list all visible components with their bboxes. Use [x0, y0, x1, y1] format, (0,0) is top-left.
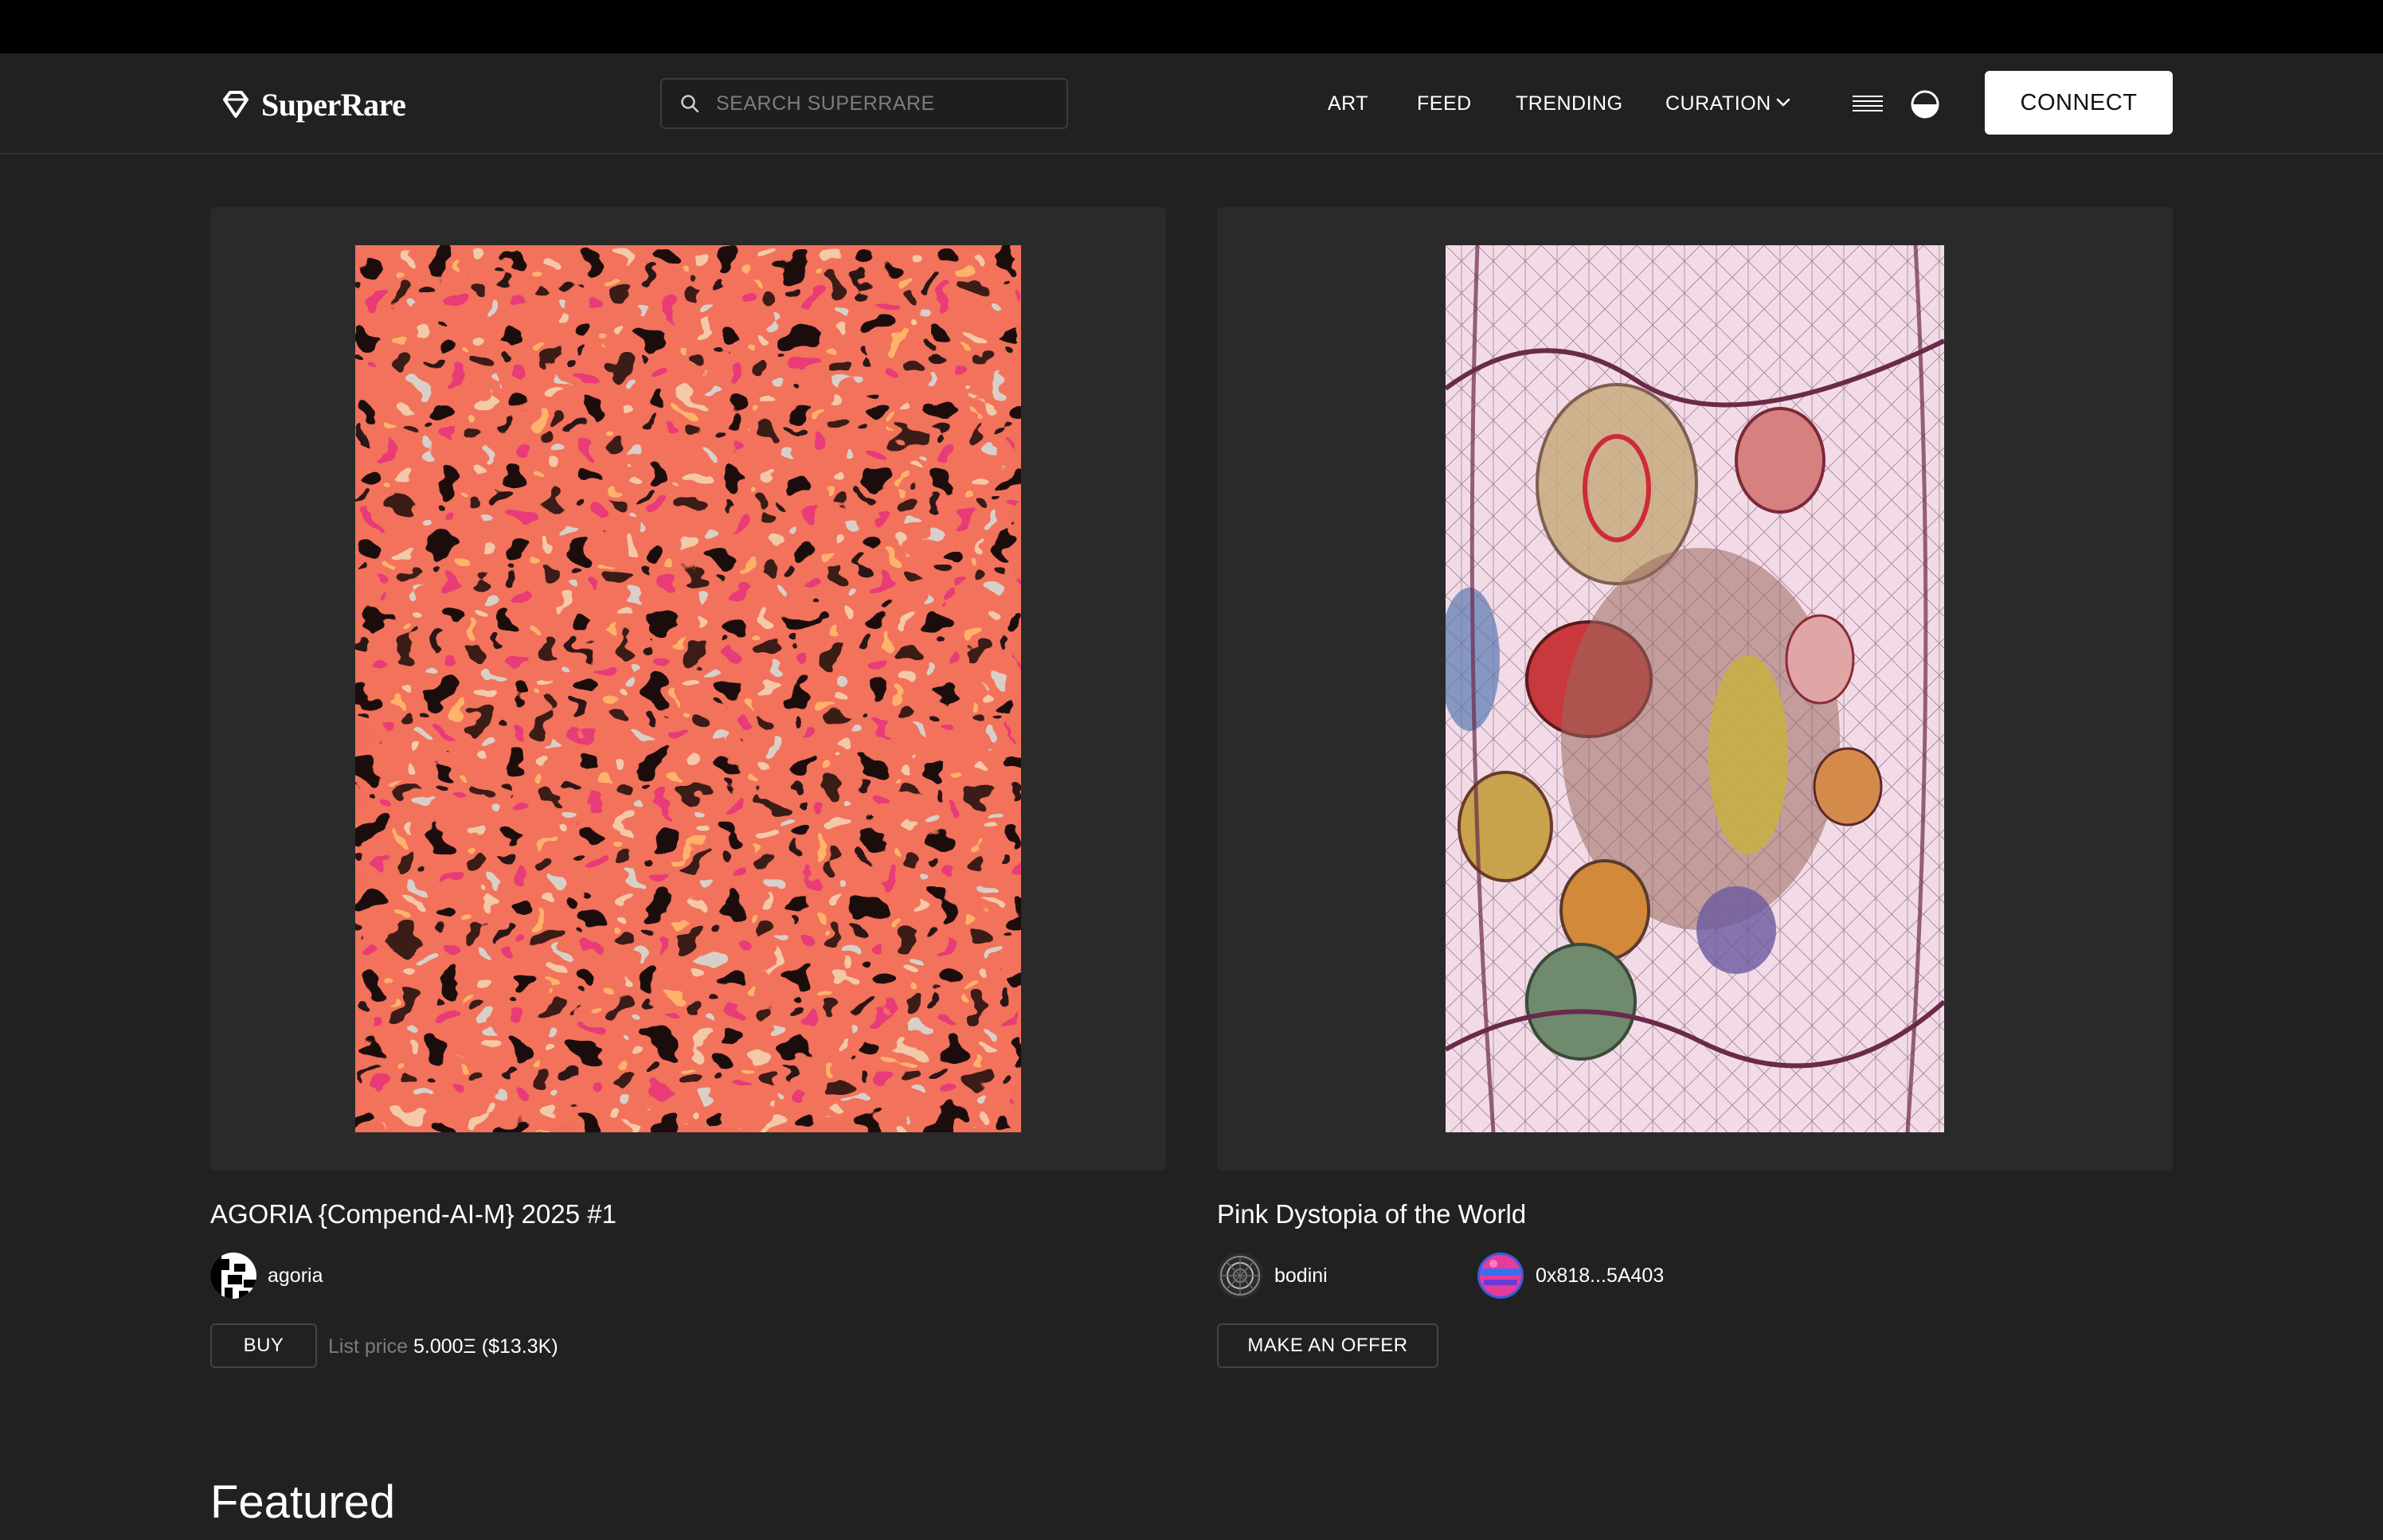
- nav-art[interactable]: ART: [1328, 91, 1368, 116]
- list-price-value: 5.000Ξ ($13.3K): [413, 1335, 558, 1358]
- artwork-image-2[interactable]: [1446, 245, 1944, 1132]
- diamond-icon: [223, 91, 248, 118]
- nav-feed[interactable]: FEED: [1417, 91, 1472, 116]
- nav-curation[interactable]: CURATION: [1665, 91, 1771, 116]
- logo-text: SuperRare: [261, 86, 406, 123]
- logo[interactable]: SuperRare: [220, 80, 406, 128]
- featured-heading: Featured: [210, 1476, 396, 1528]
- artwork-title-2[interactable]: Pink Dystopia of the World: [1217, 1197, 1526, 1232]
- artwork-title-1[interactable]: AGORIA {Compend-AI-M} 2025 #1: [210, 1197, 616, 1232]
- hamburger-menu-icon[interactable]: [1851, 92, 1884, 117]
- artist-name-1[interactable]: agoria: [268, 1262, 323, 1289]
- artist-avatar-bodini[interactable]: [1217, 1253, 1263, 1299]
- connect-button[interactable]: CONNECT: [1985, 71, 2173, 135]
- owner-address[interactable]: 0x818...5A403: [1536, 1262, 1664, 1289]
- nav-trending[interactable]: TRENDING: [1516, 91, 1623, 116]
- artwork-card-2[interactable]: [1217, 207, 2173, 1171]
- artwork-image-1[interactable]: [355, 245, 1021, 1132]
- theme-toggle-icon[interactable]: [1910, 89, 1940, 119]
- buy-button[interactable]: BUY: [210, 1323, 317, 1368]
- search-box[interactable]: [660, 78, 1068, 129]
- artwork-card-1[interactable]: [210, 207, 1166, 1171]
- artist-avatar-agoria[interactable]: [210, 1253, 256, 1299]
- list-price-label: List price: [328, 1335, 409, 1358]
- search-icon: [681, 95, 699, 113]
- search-input[interactable]: [714, 83, 1066, 124]
- top-strip: [0, 0, 2383, 53]
- chevron-down-icon[interactable]: [1775, 93, 1792, 112]
- artist-name-2[interactable]: bodini: [1274, 1262, 1328, 1289]
- list-price: List price 5.000Ξ ($13.3K): [328, 1333, 558, 1360]
- make-an-offer-button[interactable]: MAKE AN OFFER: [1217, 1323, 1438, 1368]
- top-navigation: SuperRare ART FEED TRENDING CURATION CON…: [0, 53, 2383, 154]
- owner-avatar[interactable]: [1477, 1253, 1524, 1299]
